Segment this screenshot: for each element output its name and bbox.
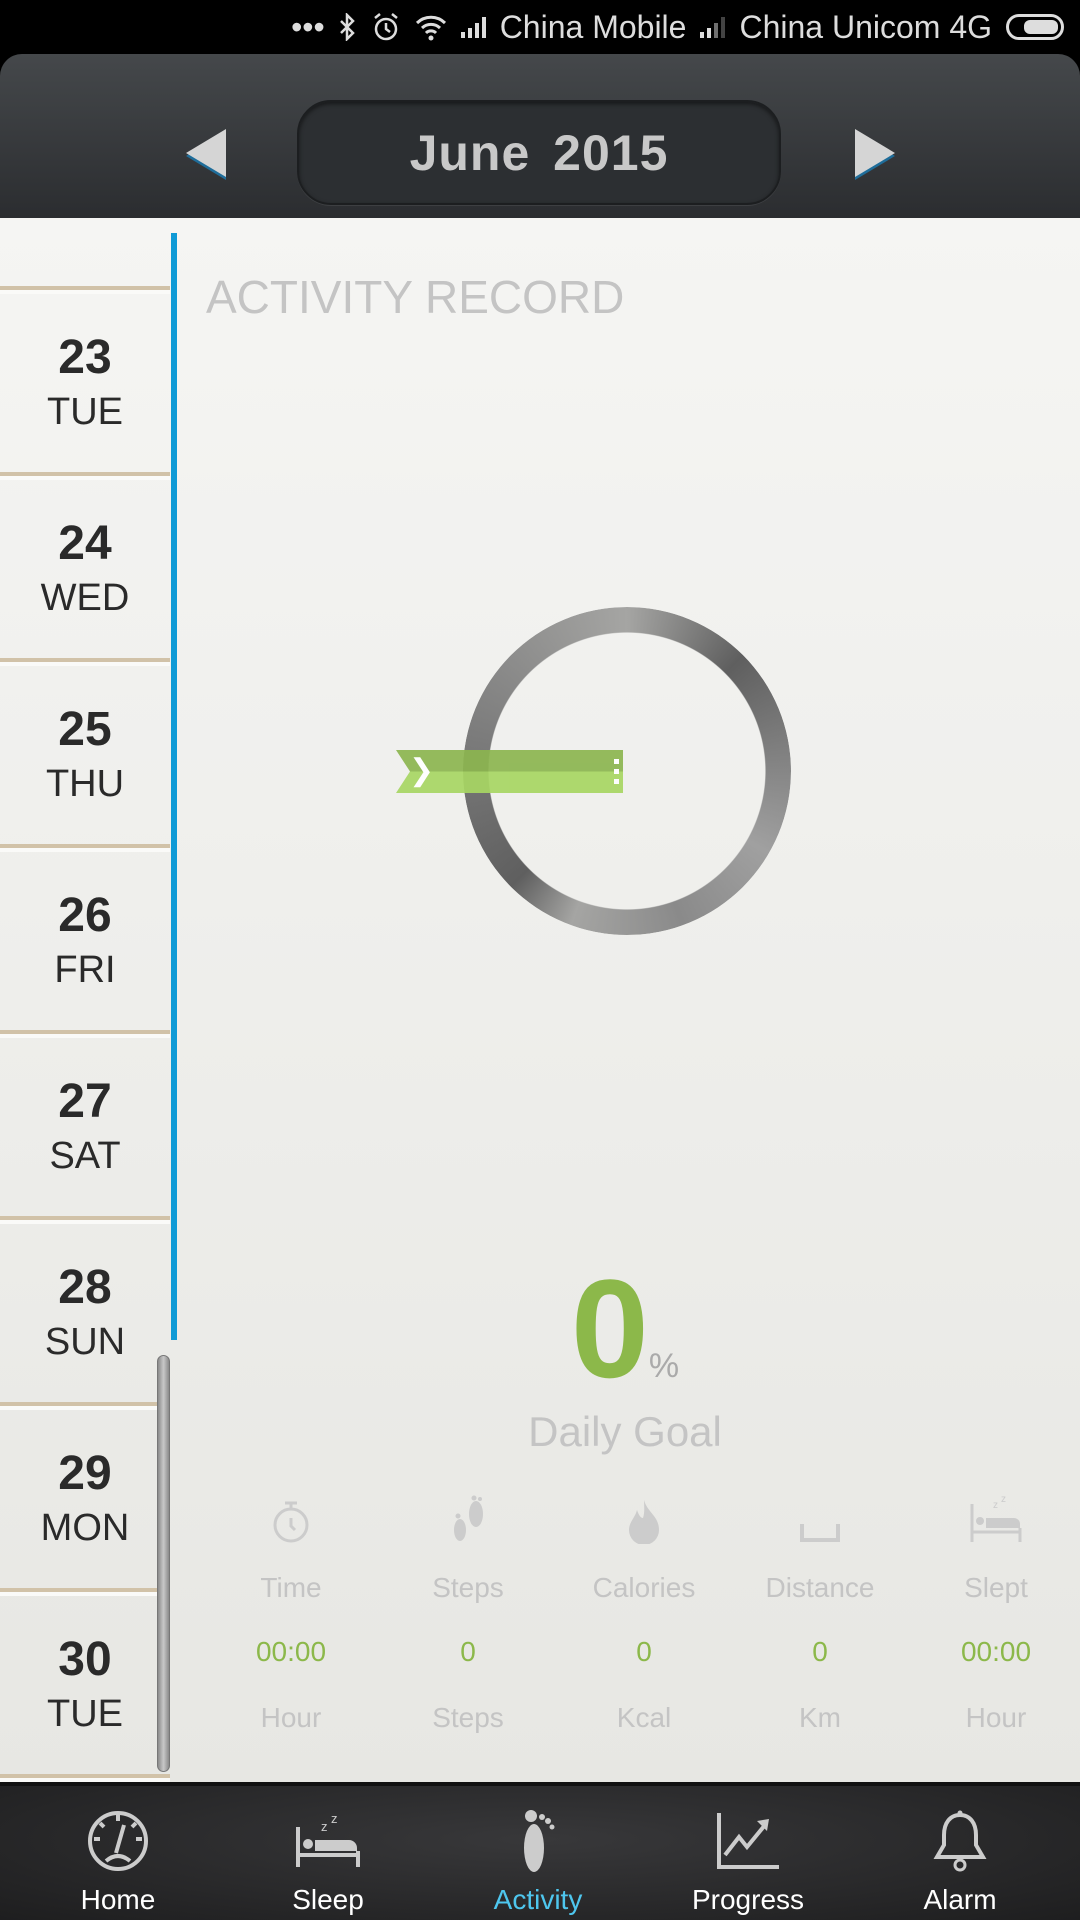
- battery-icon: [1006, 14, 1064, 40]
- svg-text:z: z: [993, 1500, 998, 1511]
- date-number: 24: [58, 517, 112, 570]
- tab-sleep[interactable]: z z Sleep: [238, 1786, 418, 1916]
- more-notifications-icon: •••: [291, 8, 325, 45]
- date-number: 29: [58, 1447, 112, 1500]
- stat-label: Time: [260, 1572, 322, 1603]
- date-number: 26: [58, 889, 112, 942]
- date-number: 27: [58, 1075, 112, 1128]
- wifi-icon: [415, 15, 446, 41]
- bell-icon: [870, 1786, 1050, 1878]
- bed-icon: zz: [908, 1488, 1080, 1544]
- stat-value: 0: [812, 1636, 828, 1667]
- weekday: FRI: [54, 949, 116, 991]
- tab-alarm[interactable]: Alarm: [870, 1786, 1050, 1916]
- date-item-27[interactable]: 27 SAT: [0, 1034, 170, 1220]
- tab-label: Home: [80, 1884, 156, 1915]
- daily-goal-label: Daily Goal: [528, 1408, 722, 1455]
- stat-unit: Hour: [965, 1702, 1027, 1733]
- date-item-23[interactable]: 23 TUE: [0, 290, 170, 476]
- stat-value: 0: [636, 1636, 652, 1667]
- tab-label: Sleep: [292, 1884, 364, 1915]
- svg-text:z: z: [1001, 1494, 1006, 1505]
- bluetooth-icon: [339, 13, 355, 41]
- ruler-icon: [732, 1488, 908, 1544]
- weekday: MON: [40, 1507, 130, 1549]
- date-number: 23: [58, 331, 112, 384]
- tab-label: Activity: [493, 1884, 583, 1915]
- date-item-partial[interactable]: MON: [0, 218, 170, 290]
- date-item-25[interactable]: 25 THU: [0, 662, 170, 848]
- stat-value: 0: [460, 1636, 476, 1667]
- tab-label: Progress: [691, 1884, 805, 1915]
- stat-steps: Steps 0 Steps: [380, 1488, 556, 1734]
- svg-text:z: z: [331, 1813, 338, 1826]
- selected-date-indicator: [171, 233, 177, 1340]
- status-bar: ••• China Mobile China Unicom 4G: [0, 0, 1080, 54]
- activity-content: MON23TUE24WED25THU26FRI27SAT28SUN29MON30…: [0, 218, 1080, 1782]
- footprints-icon: [380, 1488, 556, 1544]
- stat-distance: Distance 0 Km: [732, 1488, 908, 1734]
- weekday: WED: [40, 577, 130, 619]
- handle-dots-icon: [614, 759, 619, 785]
- stat-label: Slept: [964, 1572, 1028, 1603]
- date-number: 25: [58, 703, 112, 756]
- goal-percent-value: 0: [570, 1250, 649, 1407]
- date-number: 30: [58, 1633, 112, 1686]
- signal-icon: [460, 16, 486, 38]
- next-month-button[interactable]: [855, 129, 895, 177]
- date-item-29[interactable]: 29 MON: [0, 1406, 170, 1592]
- weekday: THU: [45, 763, 125, 805]
- stat-unit: Steps: [432, 1702, 504, 1733]
- carrier-1: China Mobile: [499, 8, 687, 45]
- percent-symbol: %: [648, 1347, 680, 1385]
- month-header: June 2015: [0, 54, 1080, 218]
- stat-slept: z z Slept 00:00 Hour: [908, 1488, 1080, 1734]
- date-item-30[interactable]: 30 TUE: [0, 1592, 170, 1778]
- stat-value: 00:00: [255, 1636, 327, 1667]
- date-item-24[interactable]: 24 WED: [0, 476, 170, 662]
- foot-icon: [448, 1786, 628, 1878]
- gauge-icon: [28, 1786, 208, 1878]
- progress-pointer-bar: ❯: [396, 750, 623, 793]
- tab-home[interactable]: Home: [28, 1786, 208, 1916]
- stopwatch-icon: [203, 1488, 379, 1544]
- carrier-2: China Unicom 4G: [739, 8, 992, 45]
- goal-percent: 0%: [0, 1248, 1080, 1410]
- svg-text:z: z: [321, 1819, 328, 1834]
- stat-label: Steps: [432, 1572, 504, 1603]
- bed-icon: zz: [238, 1786, 418, 1878]
- page-title: ACTIVITY RECORD: [206, 271, 625, 323]
- stat-label: Distance: [765, 1572, 875, 1603]
- date-list-scrollbar[interactable]: [157, 1355, 170, 1772]
- stat-unit: Km: [799, 1702, 841, 1733]
- stat-unit: Hour: [260, 1702, 322, 1733]
- weekday: TUE: [47, 391, 123, 433]
- bottom-tab-bar: Home z z Sleep Activity Progress Alarm: [0, 1782, 1080, 1920]
- weekday: SAT: [49, 1135, 121, 1177]
- chart-icon: [658, 1786, 838, 1878]
- weekday: TUE: [47, 1693, 123, 1735]
- tab-progress[interactable]: Progress: [658, 1786, 838, 1916]
- alarm-icon: [373, 13, 398, 41]
- stat-calories: Calories 0 Kcal: [556, 1488, 732, 1734]
- flame-icon: [556, 1488, 732, 1544]
- chevron-right-icon: ❯: [409, 754, 435, 787]
- date-item-26[interactable]: 26 FRI: [0, 848, 170, 1034]
- prev-month-button[interactable]: [186, 129, 226, 177]
- month-title[interactable]: June 2015: [297, 100, 781, 205]
- stat-label: Calories: [592, 1572, 696, 1603]
- tab-activity[interactable]: Activity: [448, 1786, 628, 1916]
- tab-label: Alarm: [923, 1884, 997, 1915]
- stat-unit: Kcal: [616, 1702, 672, 1733]
- stat-value: 00:00: [960, 1636, 1032, 1667]
- signal-icon: [700, 16, 726, 38]
- stat-time: Time 00:00 Hour: [203, 1488, 379, 1734]
